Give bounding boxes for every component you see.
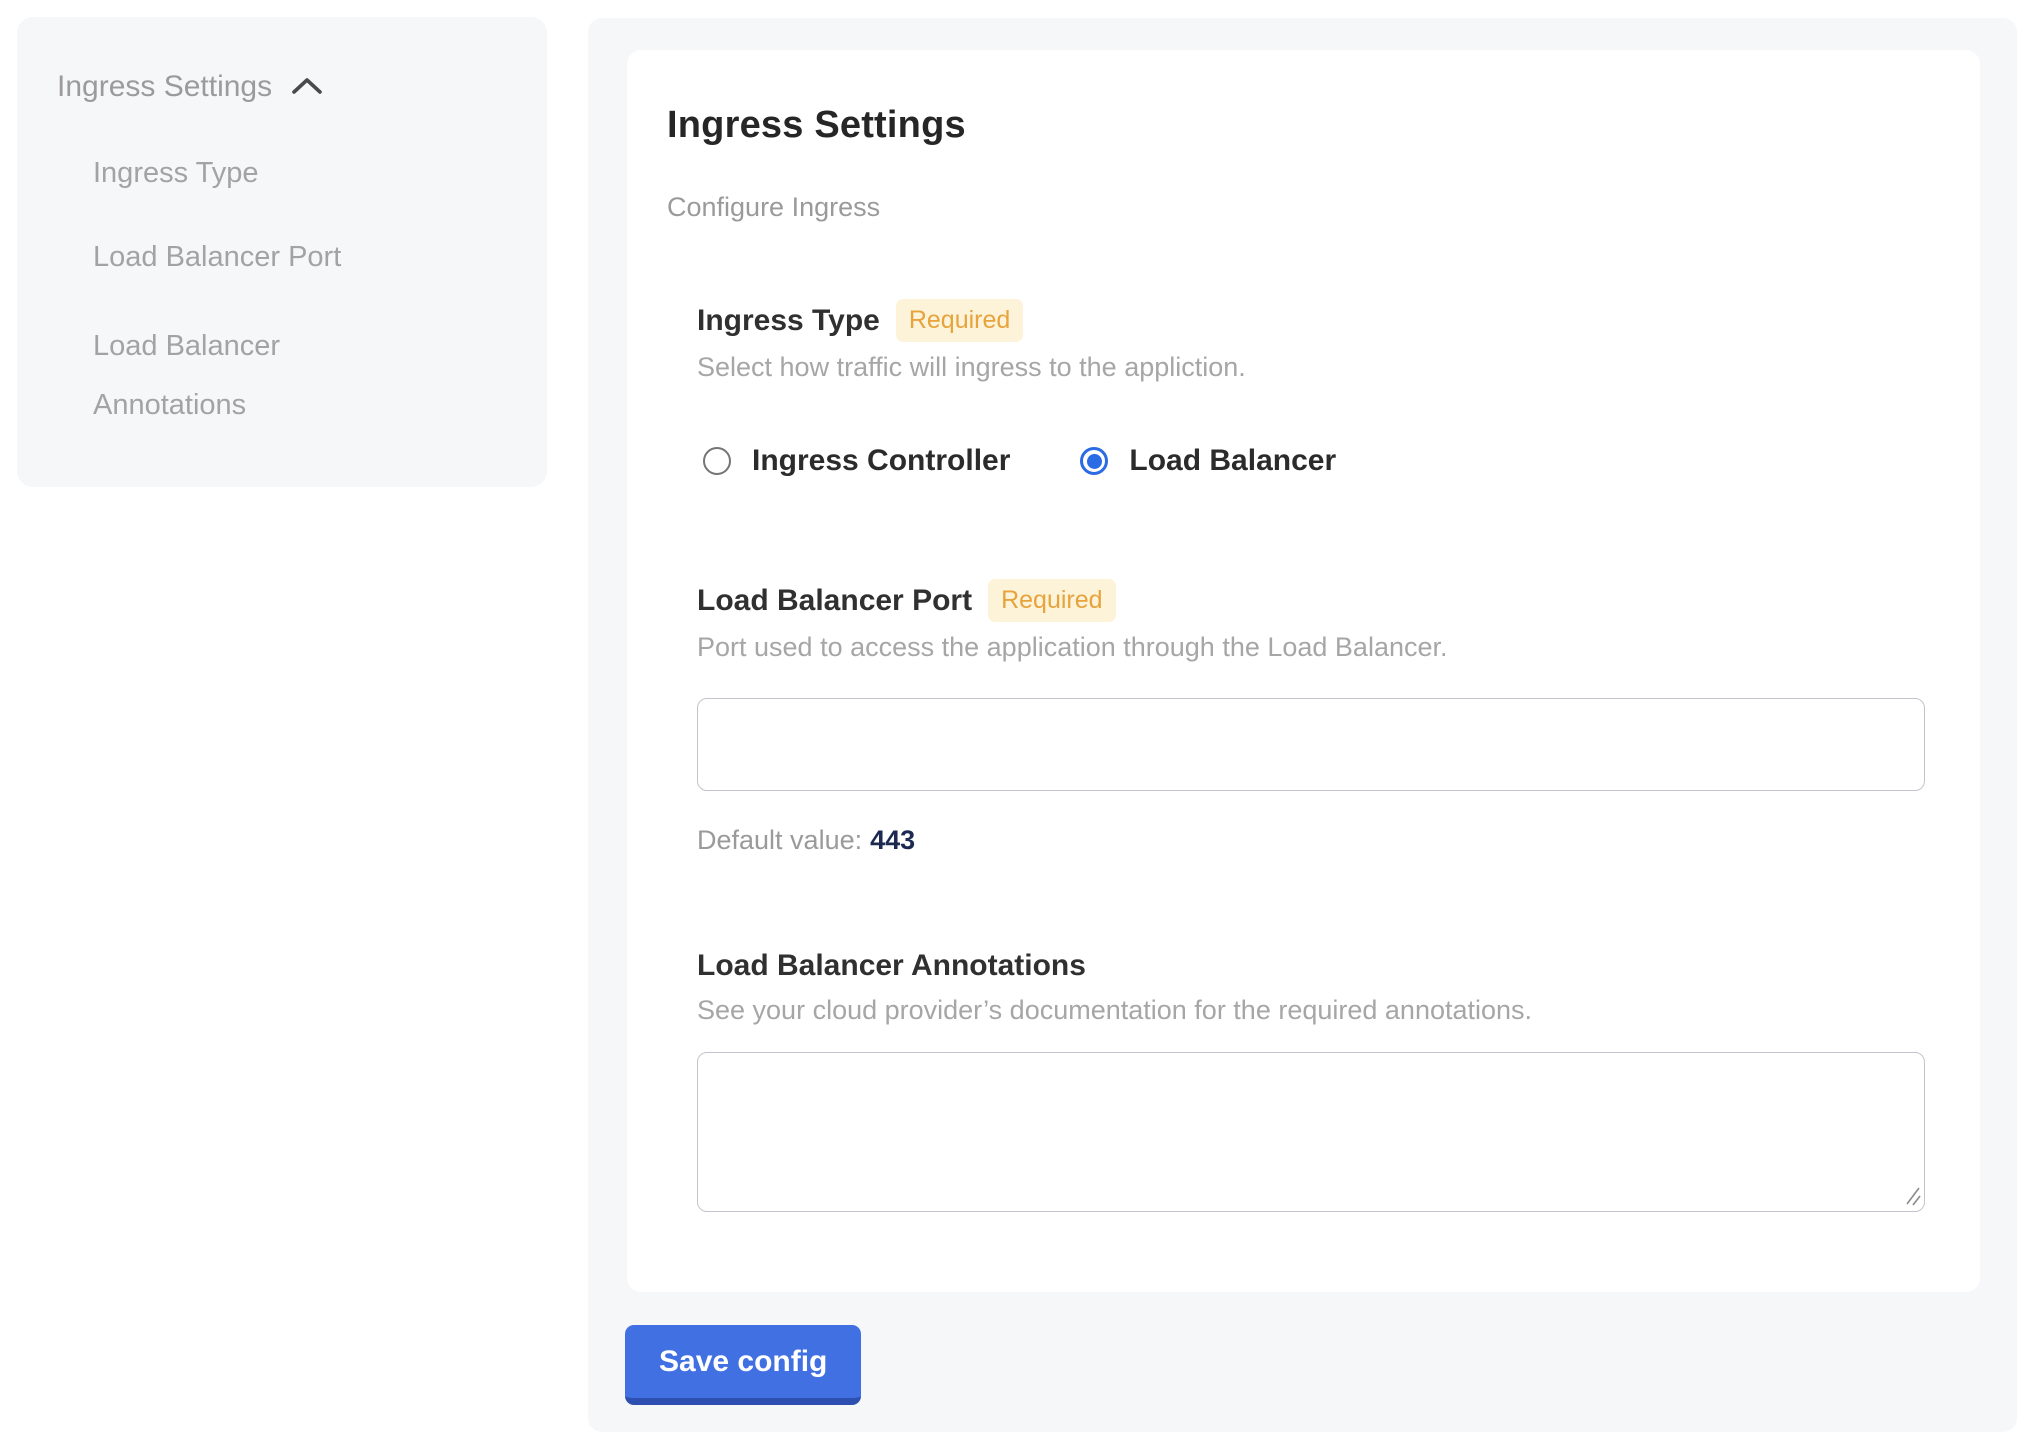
- sidebar-group-ingress-settings[interactable]: Ingress Settings: [57, 69, 507, 105]
- default-value-line: Default value: 443: [697, 823, 1925, 857]
- chevron-up-icon: [290, 75, 324, 99]
- lb-annotations-title: Load Balancer Annotations: [697, 947, 1086, 985]
- section-ingress-type: Ingress Type Required Select how traffic…: [697, 299, 1925, 478]
- settings-sidebar: Ingress Settings Ingress Type Load Balan…: [17, 17, 547, 487]
- form-sections: Ingress Type Required Select how traffic…: [697, 299, 1925, 1212]
- sidebar-item-ingress-type[interactable]: Ingress Type: [93, 155, 403, 191]
- sidebar-item-load-balancer-annotations[interactable]: Load Balancer Annotations: [93, 317, 403, 435]
- required-badge: Required: [896, 299, 1023, 342]
- section-load-balancer-annotations: Load Balancer Annotations See your cloud…: [697, 947, 1925, 1212]
- default-value: 443: [870, 825, 915, 855]
- load-balancer-annotations-textarea[interactable]: [697, 1052, 1925, 1212]
- default-value-label: Default value:: [697, 825, 862, 855]
- radio-label-load-balancer: Load Balancer: [1129, 444, 1336, 478]
- ingress-type-description: Select how traffic will ingress to the a…: [697, 350, 1925, 384]
- save-config-button[interactable]: Save config: [625, 1325, 861, 1405]
- radio-selected-icon[interactable]: [1080, 447, 1108, 475]
- radio-unselected-icon[interactable]: [703, 447, 731, 475]
- lb-annotations-description: See your cloud provider’s documentation …: [697, 993, 1925, 1027]
- radio-label-ingress-controller: Ingress Controller: [752, 444, 1010, 478]
- page-title: Ingress Settings: [667, 102, 1925, 148]
- sidebar-item-load-balancer-port[interactable]: Load Balancer Port: [93, 239, 403, 275]
- section-load-balancer-port: Load Balancer Port Required Port used to…: [697, 579, 1925, 857]
- radio-option-load-balancer[interactable]: Load Balancer: [1074, 444, 1336, 478]
- resize-handle-icon[interactable]: [1899, 1184, 1921, 1206]
- radio-option-ingress-controller[interactable]: Ingress Controller: [697, 444, 1010, 478]
- ingress-type-radio-group: Ingress Controller Load Balancer: [697, 444, 1925, 478]
- lb-port-description: Port used to access the application thro…: [697, 630, 1925, 664]
- ingress-type-title: Ingress Type: [697, 302, 880, 340]
- sidebar-group-label: Ingress Settings: [57, 69, 272, 105]
- load-balancer-port-input[interactable]: [697, 698, 1925, 791]
- sidebar-item-list: Ingress Type Load Balancer Port Load Bal…: [57, 155, 507, 435]
- page-subtitle: Configure Ingress: [667, 190, 1925, 224]
- lb-port-title: Load Balancer Port: [697, 582, 972, 620]
- settings-panel: Ingress Settings Configure Ingress Ingre…: [588, 18, 2017, 1432]
- required-badge: Required: [988, 579, 1115, 622]
- ingress-settings-card: Ingress Settings Configure Ingress Ingre…: [627, 50, 1980, 1292]
